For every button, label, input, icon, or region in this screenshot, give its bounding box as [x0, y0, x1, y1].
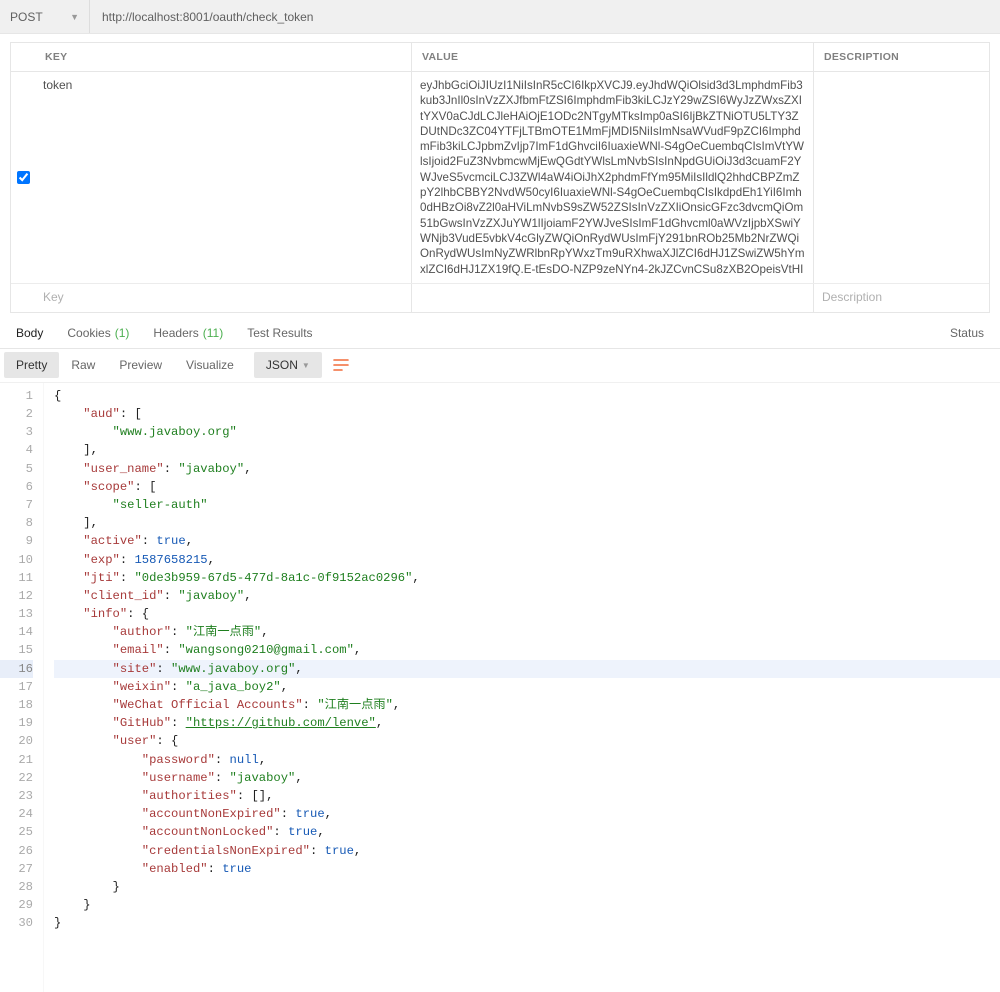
- value-empty[interactable]: [412, 284, 814, 312]
- line-gutter: 1234567891011121314151617181920212223242…: [0, 383, 44, 992]
- format-select[interactable]: JSON ▼: [254, 352, 322, 378]
- body-toolbar: Pretty Raw Preview Visualize JSON ▼: [0, 349, 1000, 383]
- chevron-down-icon: ▼: [70, 12, 79, 22]
- pretty-button[interactable]: Pretty: [4, 352, 59, 378]
- tab-cookies-count: (1): [115, 326, 130, 340]
- tab-cookies[interactable]: Cookies (1): [55, 319, 141, 348]
- row-checkbox[interactable]: [17, 171, 30, 184]
- tab-test-results[interactable]: Test Results: [235, 319, 324, 348]
- tab-headers[interactable]: Headers (11): [141, 319, 235, 348]
- json-editor: 1234567891011121314151617181920212223242…: [0, 383, 1000, 992]
- desc-placeholder[interactable]: Description: [814, 284, 989, 312]
- http-method-label: POST: [10, 10, 43, 24]
- http-method-select[interactable]: POST ▼: [0, 0, 90, 33]
- params-header: KEY VALUE DESCRIPTION: [11, 43, 989, 72]
- visualize-button[interactable]: Visualize: [174, 352, 246, 378]
- format-label: JSON: [266, 358, 298, 372]
- key-placeholder[interactable]: Key: [35, 284, 412, 312]
- col-key-header: KEY: [11, 43, 412, 71]
- params-row-empty: Key Description: [11, 284, 989, 312]
- raw-button[interactable]: Raw: [59, 352, 107, 378]
- wrap-lines-icon[interactable]: [328, 352, 354, 378]
- value-cell[interactable]: eyJhbGciOiJIUzI1NiIsInR5cCI6IkpXVCJ9.eyJ…: [412, 72, 814, 283]
- chevron-down-icon: ▼: [302, 361, 310, 370]
- desc-cell[interactable]: [814, 72, 989, 283]
- preview-button[interactable]: Preview: [107, 352, 174, 378]
- params-row: token eyJhbGciOiJIUzI1NiIsInR5cCI6IkpXVC…: [11, 72, 989, 284]
- code-area[interactable]: { "aud": [ "www.javaboy.org" ], "user_na…: [44, 383, 1000, 992]
- tab-cookies-label: Cookies: [67, 326, 110, 340]
- status-label: Status: [950, 326, 984, 340]
- url-input[interactable]: [90, 0, 1000, 33]
- tab-headers-count: (11): [203, 326, 223, 340]
- row-check-cell: [11, 284, 35, 312]
- row-check-cell: [11, 72, 35, 283]
- col-value-header: VALUE: [412, 43, 814, 71]
- params-table: KEY VALUE DESCRIPTION token eyJhbGciOiJI…: [10, 42, 990, 313]
- tab-body[interactable]: Body: [4, 319, 55, 348]
- tab-headers-label: Headers: [153, 326, 198, 340]
- request-bar: POST ▼: [0, 0, 1000, 34]
- response-tabs: Body Cookies (1) Headers (11) Test Resul…: [0, 319, 1000, 349]
- col-desc-header: DESCRIPTION: [814, 43, 989, 71]
- key-cell[interactable]: token: [35, 72, 412, 283]
- response-status: Status: [950, 326, 996, 340]
